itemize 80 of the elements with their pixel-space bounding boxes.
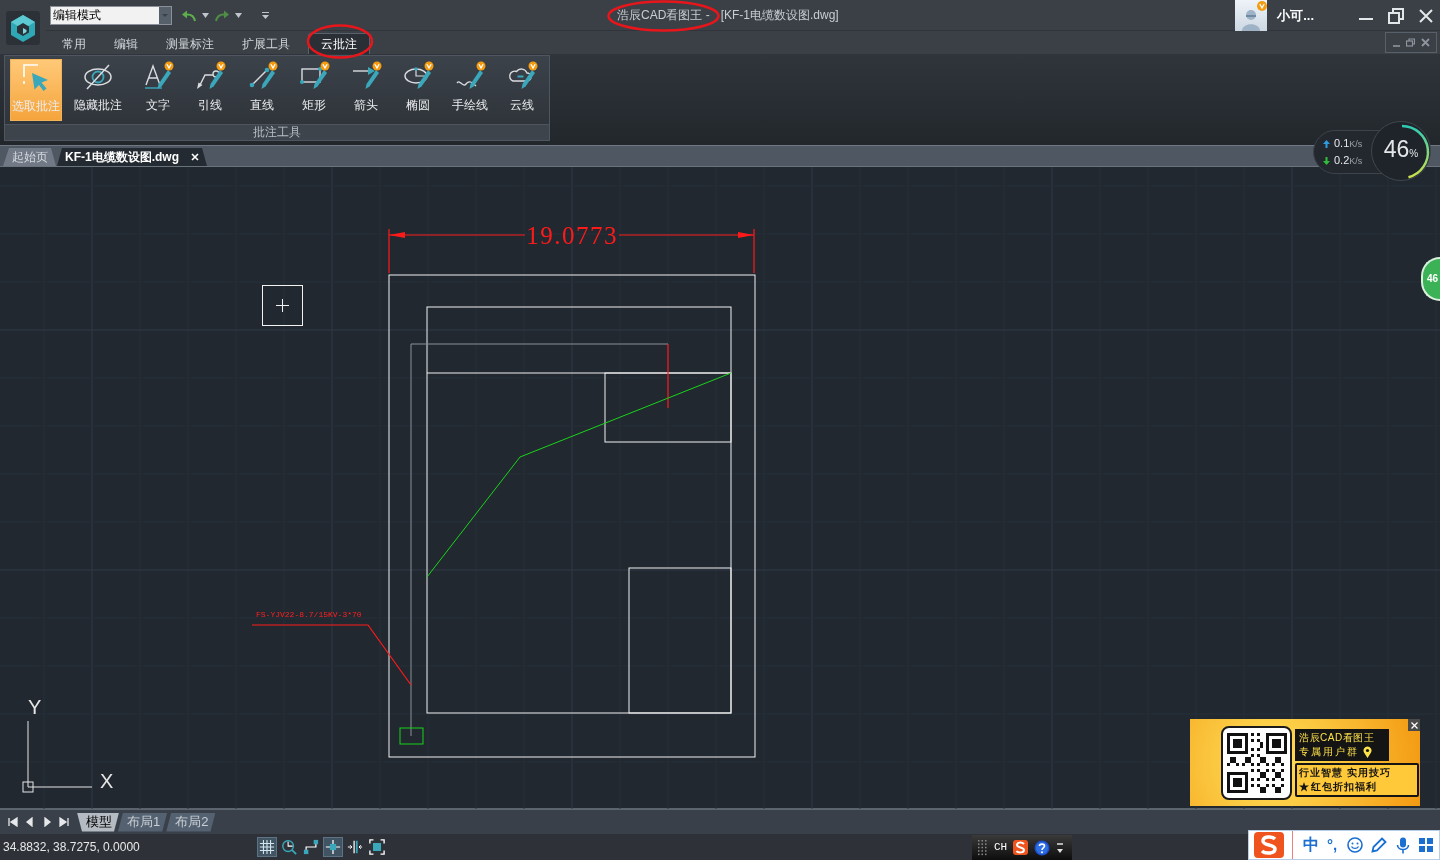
status-toggle-button[interactable] <box>323 837 343 857</box>
location-pin-icon <box>1363 745 1372 758</box>
customize-toolbar-icon[interactable] <box>262 12 269 19</box>
tool-group-label: 批注工具 <box>5 124 549 140</box>
menu-tab[interactable]: 常用 <box>48 33 100 54</box>
annotation-tool-button[interactable]: 云线 <box>498 59 546 121</box>
crosshair-cursor-icon <box>262 285 303 326</box>
cursor-coordinates: 34.8832, 38.7275, 0.0000 <box>2 839 141 856</box>
status-toggle-button[interactable] <box>367 837 387 857</box>
undo-icon[interactable] <box>182 9 196 22</box>
pen-icon[interactable] <box>1371 837 1388 853</box>
axis-label: Y <box>28 696 42 718</box>
annotation-tool-button[interactable]: 矩形 <box>290 59 338 121</box>
annotation-tool-button[interactable]: 椭圆 <box>394 59 442 121</box>
polyline-snap-icon <box>303 839 319 855</box>
user-avatar-icon[interactable] <box>1235 0 1268 31</box>
caret-icon[interactable] <box>235 13 242 18</box>
status-toggle-button[interactable] <box>301 837 321 857</box>
cable-label: FS-YJV22-8.7/15KV-3*70 <box>256 610 362 619</box>
upload-arrow-icon <box>1323 139 1330 148</box>
first-page-icon[interactable] <box>8 817 18 827</box>
ime-logo-icon[interactable] <box>1013 840 1029 855</box>
align-arrows-icon <box>347 839 363 855</box>
layout-tab[interactable]: 模型 <box>77 812 119 832</box>
small-rectangle <box>399 727 424 745</box>
punctuation-toggle[interactable]: °, <box>1327 835 1338 855</box>
marker-line <box>667 343 669 409</box>
language-indicator[interactable]: CH <box>994 839 1008 856</box>
document-title: [KF-1电缆数设图.dwg] <box>720 9 839 22</box>
fullscreen-icon <box>369 839 385 855</box>
menu-tab[interactable]: 测量标注 <box>152 33 228 54</box>
crosshair-icon <box>325 839 341 855</box>
menu-tab[interactable]: 扩展工具 <box>228 33 304 54</box>
grid-icon <box>259 839 275 855</box>
annotation-tool-button[interactable]: 引线 <box>186 59 234 121</box>
redo-icon[interactable] <box>215 9 229 22</box>
help-icon[interactable] <box>1034 839 1051 856</box>
close-icon <box>1410 721 1418 729</box>
status-toggle-button[interactable] <box>279 837 299 857</box>
ad-feature-text: 行业智慧 实用技巧 <box>1299 765 1391 780</box>
axis-label: X <box>100 770 114 792</box>
annotation-tool-button[interactable]: 箭头 <box>342 59 390 121</box>
status-toggle-button[interactable] <box>257 837 277 857</box>
star-icon <box>1299 781 1309 792</box>
app-title: 浩辰CAD看图王 - <box>617 9 710 22</box>
annotation-tool-button[interactable]: 文字 <box>134 59 182 121</box>
last-page-icon[interactable] <box>59 817 69 827</box>
mode-select[interactable]: 编辑模式 <box>50 6 172 25</box>
smile-icon[interactable] <box>1347 837 1364 853</box>
dimension-text: 19.0773 <box>526 222 618 249</box>
ad-feature-text: 红包折扣福利 <box>1311 779 1377 794</box>
menu-tab[interactable]: 编辑 <box>100 33 152 54</box>
caret-icon[interactable] <box>202 13 209 18</box>
previous-icon[interactable] <box>25 817 35 827</box>
menu-tab[interactable]: 云批注 <box>308 33 370 54</box>
annotation-tool-button[interactable]: 隐藏批注 <box>66 59 130 121</box>
grip-icon[interactable] <box>978 839 988 856</box>
annotation-tool-button[interactable]: 直线 <box>238 59 286 121</box>
download-arrow-icon <box>1323 156 1330 165</box>
user-name[interactable]: 小可... <box>1277 5 1314 26</box>
ad-title: 浩辰CAD看图王 <box>1299 730 1376 745</box>
annotation-tool-button[interactable]: 手绘线 <box>446 59 494 121</box>
microphone-icon[interactable] <box>1396 836 1411 854</box>
ad-subtitle: 专属用户群 <box>1299 744 1359 759</box>
document-tab[interactable]: KF-1电缆数设图.dwg <box>57 148 207 166</box>
apps-grid-icon[interactable] <box>1419 838 1434 852</box>
restore-icon[interactable] <box>1388 7 1404 24</box>
layout-tab[interactable]: 布局1 <box>118 812 168 832</box>
menu-icon[interactable] <box>1056 840 1065 855</box>
download-speed: 0.2K/s <box>1334 154 1363 167</box>
upload-speed: 0.1K/s <box>1334 137 1363 150</box>
close-button[interactable] <box>1408 719 1420 731</box>
restore-icon[interactable] <box>1406 38 1416 47</box>
layout-tab[interactable]: 布局2 <box>166 812 216 832</box>
highlight-ellipse <box>306 24 374 59</box>
next-icon[interactable] <box>42 817 52 827</box>
usage-percent: 46% <box>1383 135 1419 164</box>
zoom-icon <box>281 839 297 855</box>
input-mode-toggle[interactable]: 中 <box>1303 835 1319 855</box>
app-logo-icon[interactable] <box>6 11 40 45</box>
